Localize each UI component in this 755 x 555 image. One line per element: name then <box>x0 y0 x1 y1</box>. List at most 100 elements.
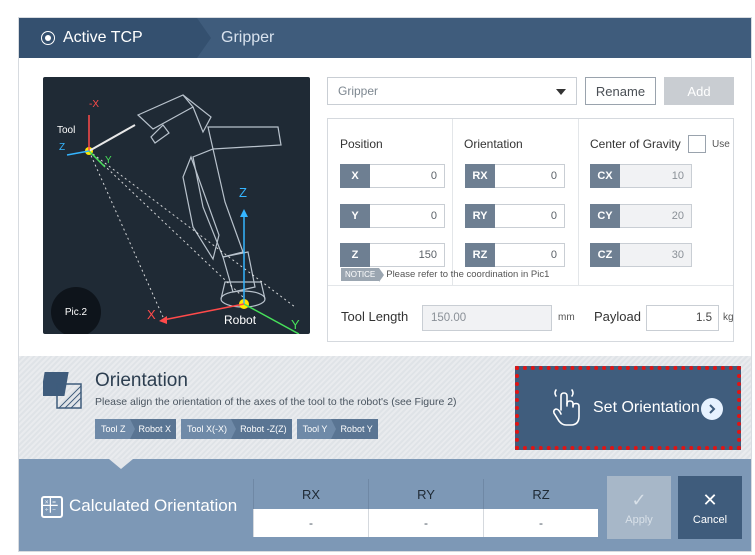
table-cell: - <box>483 509 598 537</box>
axis-mapping-chip: Tool X(-X) Robot -Z(Z) <box>181 419 292 439</box>
field-label: RY <box>465 204 495 228</box>
field-label: CY <box>590 204 620 228</box>
radio-selected-icon <box>41 31 55 45</box>
column-divider <box>578 119 579 285</box>
table-header-cell: RX <box>253 479 368 509</box>
field-label: Y <box>340 204 370 228</box>
column-divider <box>452 119 453 285</box>
tool-select-value: Gripper <box>338 84 379 98</box>
check-icon: ✓ <box>631 489 647 510</box>
position-x-field[interactable]: X 0 <box>340 164 445 188</box>
calculated-orientation-table: RX RY RZ - - - <box>253 479 598 537</box>
tab-active-tcp-label: Active TCP <box>63 29 143 46</box>
orientation-rx-field[interactable]: RX 0 <box>465 164 565 188</box>
tool-neg-x-label: -X <box>89 99 99 110</box>
table-header-cell: RY <box>368 479 483 509</box>
tool-y-label: Y <box>105 155 112 166</box>
orientation-rx-input[interactable]: 0 <box>495 164 565 188</box>
tool-select[interactable]: Gripper <box>327 77 577 105</box>
field-label: CZ <box>590 243 620 267</box>
orientation-ry-input[interactable]: 0 <box>495 204 565 228</box>
robot-y-label: Y <box>291 317 300 332</box>
rename-button[interactable]: Rename <box>585 77 656 105</box>
position-x-input[interactable]: 0 <box>370 164 445 188</box>
axis-mapping-chip: Tool Z Robot X <box>95 419 177 439</box>
notice-message: NOTICE Please refer to the coordination … <box>341 268 550 282</box>
apply-label: Apply <box>625 513 653 526</box>
chip-robot-axis: Robot -Z(Z) <box>231 419 292 439</box>
cog-header: Center of Gravity <box>590 137 681 151</box>
hand-touch-icon <box>552 389 580 426</box>
field-label: CX <box>590 164 620 188</box>
robot-tool-diagram: -X Tool Z Y Z X Y Robot Pic.2 <box>43 77 310 334</box>
tab-bar: Active TCP Gripper <box>19 18 751 58</box>
tab-active-tcp[interactable]: Active TCP <box>19 18 197 58</box>
robot-x-label: X <box>147 307 156 322</box>
orientation-rz-field[interactable]: RZ 0 <box>465 243 565 267</box>
tab-gripper[interactable]: Gripper <box>221 18 274 58</box>
calculator-icon: × = ÷ − <box>41 496 63 518</box>
pic2-button[interactable]: Pic.2 <box>51 287 101 334</box>
chip-tool-axis: Tool X(-X) <box>181 419 237 439</box>
robot-z-label: Z <box>239 185 247 200</box>
cog-cy-input: 20 <box>620 204 692 228</box>
orientation-ry-field[interactable]: RY 0 <box>465 204 565 228</box>
tool-length-input: 150.00 <box>422 305 552 331</box>
add-button[interactable]: Add <box>664 77 734 105</box>
robot-label: Robot <box>224 313 257 327</box>
position-header: Position <box>340 137 383 151</box>
payload-label: Payload <box>594 309 641 324</box>
tool-label: Tool <box>57 125 76 136</box>
chip-tool-axis: Tool Z <box>95 419 134 439</box>
cog-cx-input: 10 <box>620 164 692 188</box>
set-orientation-button[interactable]: Set Orientation <box>515 366 741 450</box>
set-orientation-label: Set Orientation <box>593 399 700 416</box>
cancel-button[interactable]: ✕ Cancel <box>678 476 742 539</box>
axis-mapping-chip: Tool Y Robot Y <box>296 419 378 439</box>
apply-button[interactable]: ✓ Apply <box>607 476 671 539</box>
orientation-rz-input[interactable]: 0 <box>495 243 565 267</box>
field-label: RZ <box>465 243 495 267</box>
position-y-field[interactable]: Y 0 <box>340 204 445 228</box>
svg-text:×: × <box>45 500 49 506</box>
cog-cz-input: 30 <box>620 243 692 267</box>
notice-text: Please refer to the coordination in Pic1 <box>386 269 550 280</box>
orientation-header: Orientation <box>464 137 523 151</box>
table-row: - - - <box>253 509 598 537</box>
tool-z-label: Z <box>59 142 66 153</box>
orientation-planes-icon <box>43 372 82 409</box>
position-z-field[interactable]: Z 150 <box>340 243 445 267</box>
cog-cx-field: CX 10 <box>590 164 692 188</box>
section-notch <box>109 459 133 469</box>
field-label: RX <box>465 164 495 188</box>
notice-tag: NOTICE <box>341 268 385 282</box>
position-y-input[interactable]: 0 <box>370 204 445 228</box>
chevron-down-icon <box>556 89 566 95</box>
payload-input[interactable]: 1.5 <box>646 305 719 331</box>
cog-cy-field: CY 20 <box>590 204 692 228</box>
payload-unit: kg <box>723 312 734 323</box>
tab-arrow <box>197 18 211 58</box>
axis-mapping-chips: Tool Z Robot X Tool X(-X) Robot -Z(Z) To… <box>95 419 383 439</box>
orientation-title: Orientation <box>95 370 188 391</box>
tcp-settings-window: Active TCP Gripper -X Tool Z Y Z X Y Rob… <box>18 17 752 552</box>
svg-text:=: = <box>52 500 56 506</box>
svg-text:÷: ÷ <box>45 507 49 513</box>
chip-robot-axis: Robot X <box>129 419 177 439</box>
field-label: Z <box>340 243 370 267</box>
orientation-section: Orientation Please align the orientation… <box>19 356 751 459</box>
cog-use-label: Use <box>712 139 730 150</box>
orientation-description: Please align the orientation of the axes… <box>95 396 457 408</box>
table-header-row: RX RY RZ <box>253 479 598 509</box>
position-z-input[interactable]: 150 <box>370 243 445 267</box>
tool-length-unit: mm <box>558 312 575 323</box>
chip-tool-axis: Tool Y <box>296 419 337 439</box>
svg-text:−: − <box>52 507 56 513</box>
cog-cz-field: CZ 30 <box>590 243 692 267</box>
row-divider <box>328 285 733 286</box>
cancel-label: Cancel <box>692 513 728 526</box>
close-icon: ✕ <box>702 489 718 510</box>
chevron-right-icon <box>701 398 723 420</box>
cog-use-checkbox[interactable] <box>688 135 706 153</box>
table-header-cell: RZ <box>483 479 598 509</box>
